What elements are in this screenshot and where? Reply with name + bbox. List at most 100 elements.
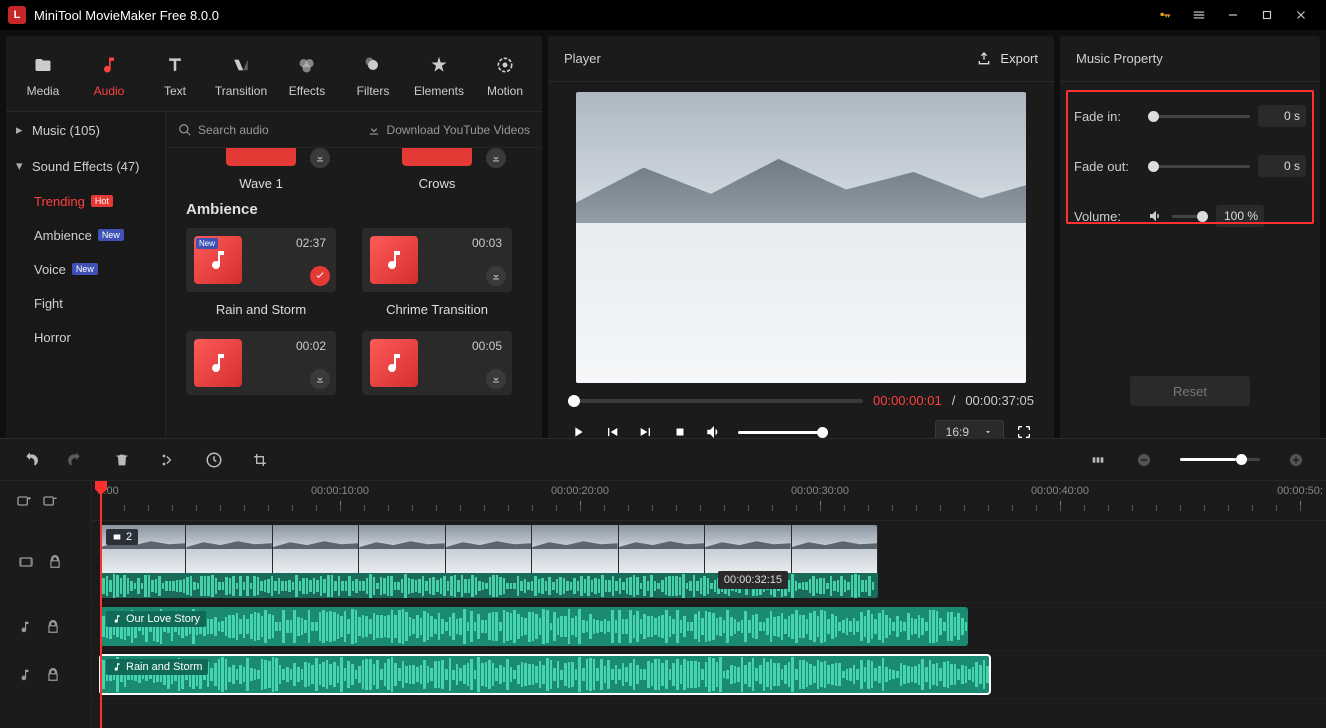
volume-icon [1148,208,1164,224]
export-button[interactable]: Export [976,51,1038,67]
split-button[interactable] [158,450,178,470]
zoom-slider[interactable] [1180,458,1260,461]
redo-button[interactable] [66,450,86,470]
total-time: 00:00:37:05 [965,393,1034,408]
seek-slider[interactable] [568,399,863,403]
speed-button[interactable] [204,450,224,470]
audio-card[interactable]: Wave 1 [186,148,336,191]
hot-badge: Hot [91,195,113,207]
add-track-icon[interactable] [16,493,32,509]
video-track-header [0,521,91,603]
sidebar-item-ambience[interactable]: AmbienceNew [6,218,165,252]
sidebar-item-horror[interactable]: Horror [6,320,165,354]
new-badge: New [72,263,98,275]
sidebar-section-sound-effects[interactable]: ▾Sound Effects (47) [6,148,165,184]
download-icon[interactable] [310,148,330,168]
fade-in-value[interactable]: 0 s [1258,105,1306,127]
audio-track-1-header [0,603,91,651]
volume-value[interactable]: 100 % [1216,205,1264,227]
tab-elements[interactable]: Elements [406,50,472,98]
current-time: 00:00:00:01 [873,393,942,408]
maximize-button[interactable] [1250,0,1284,30]
tab-transition[interactable]: Transition [208,50,274,98]
zoom-out-button[interactable] [1134,450,1154,470]
video-track-icon [18,554,34,570]
menu-icon[interactable] [1182,0,1216,30]
sidebar-item-voice[interactable]: VoiceNew [6,252,165,286]
video-track[interactable]: 2 00:00:32:15 [92,521,1326,603]
music-note-icon [194,339,242,387]
library-sidebar: ▸Music (105) ▾Sound Effects (47) Trendin… [6,112,166,456]
sidebar-item-fight[interactable]: Fight [6,286,165,320]
zoom-in-button[interactable] [1286,450,1306,470]
clip-tooltip: 00:00:32:15 [718,571,788,589]
audio-card-rain-and-storm[interactable]: New02:37 Rain and Storm [186,228,336,317]
volume-label: Volume: [1074,209,1140,224]
new-badge: New [98,229,124,241]
tab-audio[interactable]: Audio [76,50,142,98]
app-title: MiniTool MovieMaker Free 8.0.0 [34,8,219,23]
music-note-icon: New [194,236,242,284]
sidebar-section-music[interactable]: ▸Music (105) [6,112,165,148]
app-logo-icon: L [8,6,26,24]
tab-text[interactable]: Text [142,50,208,98]
download-icon[interactable] [486,369,506,389]
clip-badge: 2 [106,529,138,545]
title-bar: L MiniTool MovieMaker Free 8.0.0 [0,0,1326,30]
youtube-download-link[interactable]: Download YouTube Videos [367,123,530,137]
volume-slider[interactable] [1172,215,1208,218]
music-note-icon [18,668,32,682]
fade-in-label: Fade in: [1074,109,1140,124]
timeline-ruler[interactable]: 0:00 00:00:10:0000:00:20:0000:00:30:0000… [92,481,1326,521]
timeline-tracks[interactable]: 0:00 00:00:10:0000:00:20:0000:00:30:0000… [92,481,1326,728]
audio-card[interactable]: 00:02 [186,331,336,395]
fade-in-slider[interactable] [1148,115,1250,118]
chevron-down-icon [983,427,993,437]
export-icon [976,51,992,67]
fit-button[interactable] [1088,450,1108,470]
tool-tabs: Media Audio Text Transition Effects Filt… [6,36,542,112]
reset-button[interactable]: Reset [1130,376,1250,406]
fade-out-value[interactable]: 0 s [1258,155,1306,177]
audio-track-2-header [0,651,91,699]
timeline-toolbar [0,439,1326,481]
sidebar-item-trending[interactable]: TrendingHot [6,184,165,218]
fade-out-label: Fade out: [1074,159,1140,174]
download-icon[interactable] [486,266,506,286]
fade-out-slider[interactable] [1148,165,1250,168]
audio-track-1[interactable]: Our Love Story [92,603,1326,651]
audio-card[interactable]: 00:05 [362,331,512,395]
download-icon[interactable] [310,369,330,389]
volume-slider[interactable] [738,431,828,434]
download-icon[interactable] [486,148,506,168]
player-panel: Player Export 00:00:00:01 / 00:00:37:05 [548,36,1054,456]
tab-effects[interactable]: Effects [274,50,340,98]
video-clip[interactable]: 2 00:00:32:15 [100,525,878,598]
delete-button[interactable] [112,450,132,470]
audio-card[interactable]: Crows [362,148,512,191]
timeline-panel: 0:00 00:00:10:0000:00:20:0000:00:30:0000… [0,438,1326,728]
key-icon[interactable] [1148,0,1182,30]
tab-motion[interactable]: Motion [472,50,538,98]
audio-track-2[interactable]: Rain and Storm [92,651,1326,699]
audio-clip-our-love-story[interactable]: Our Love Story [100,607,968,646]
minimize-button[interactable] [1216,0,1250,30]
close-button[interactable] [1284,0,1318,30]
undo-button[interactable] [20,450,40,470]
crop-button[interactable] [250,450,270,470]
search-input[interactable]: Search audio [178,123,359,137]
remove-track-icon[interactable] [42,493,58,509]
audio-clip-rain-and-storm[interactable]: Rain and Storm [100,655,990,694]
lock-icon[interactable] [46,668,60,682]
tab-filters[interactable]: Filters [340,50,406,98]
library-panel: Media Audio Text Transition Effects Filt… [6,36,542,456]
video-preview[interactable] [576,92,1026,383]
check-icon[interactable] [310,266,330,286]
lock-icon[interactable] [46,620,60,634]
player-title: Player [564,51,601,66]
tab-media[interactable]: Media [10,50,76,98]
new-badge: New [196,238,218,249]
audio-card-chrime-transition[interactable]: 00:03 Chrime Transition [362,228,512,317]
playhead[interactable] [100,481,102,728]
lock-icon[interactable] [48,555,62,569]
